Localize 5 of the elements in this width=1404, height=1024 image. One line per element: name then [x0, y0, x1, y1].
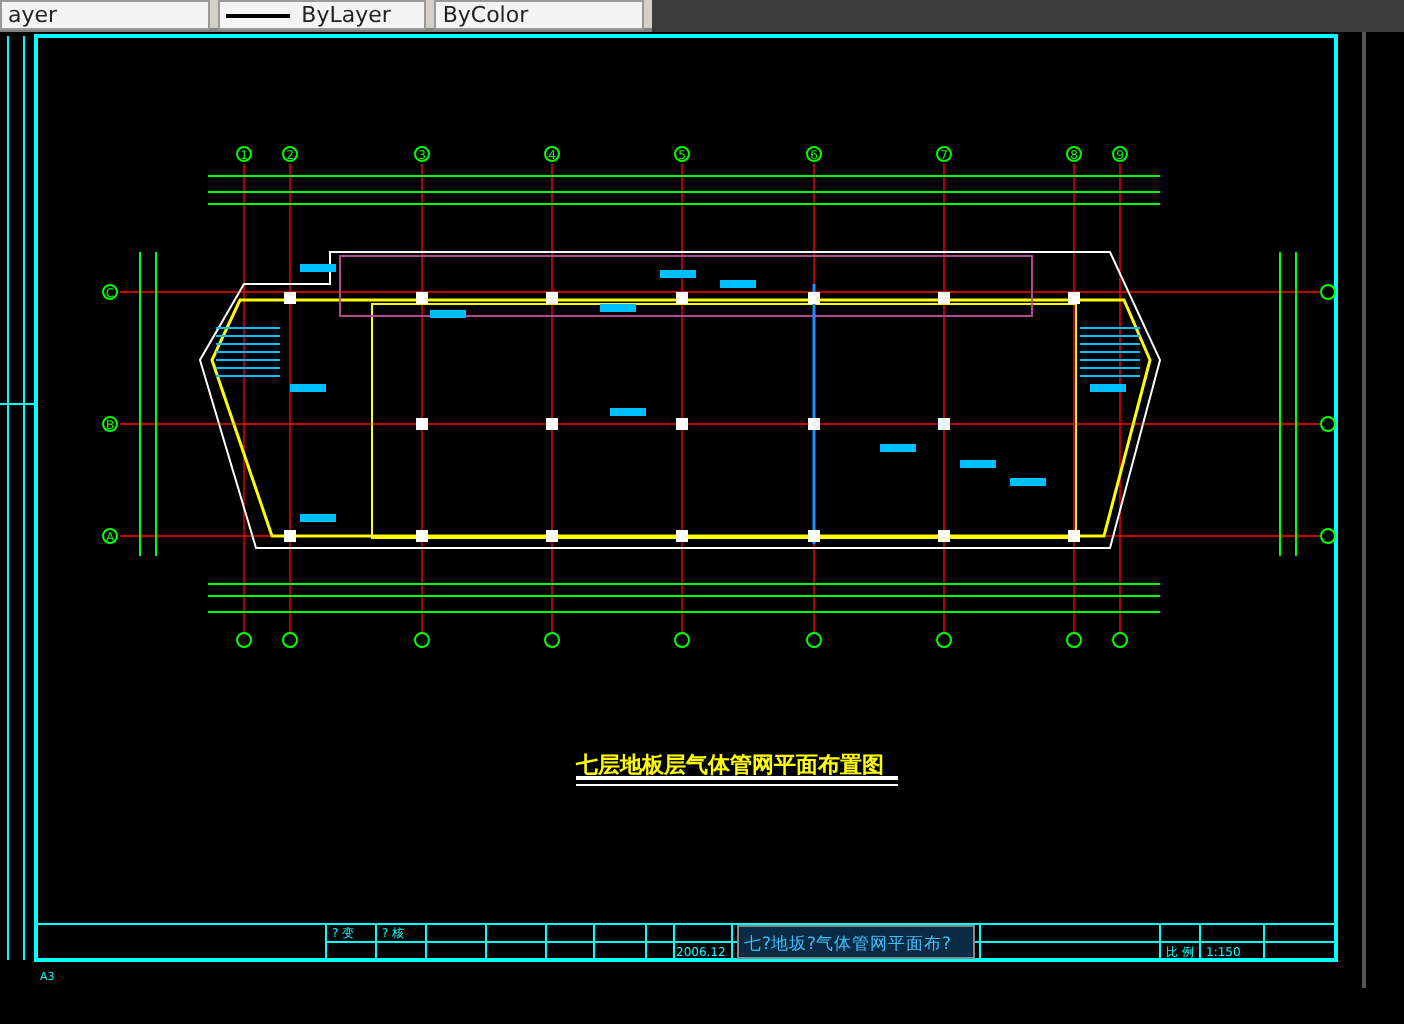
drawing-title: 七层地板层气体管网平面布置图: [576, 752, 884, 778]
layer-dropdown[interactable]: ByLayer: [217, 0, 427, 30]
layer-dropdown[interactable]: ayer: [0, 0, 210, 30]
tooltip: 七?地坂?气体管网平面布?: [737, 925, 975, 959]
layer-dropdown[interactable]: ByColor: [434, 0, 645, 30]
